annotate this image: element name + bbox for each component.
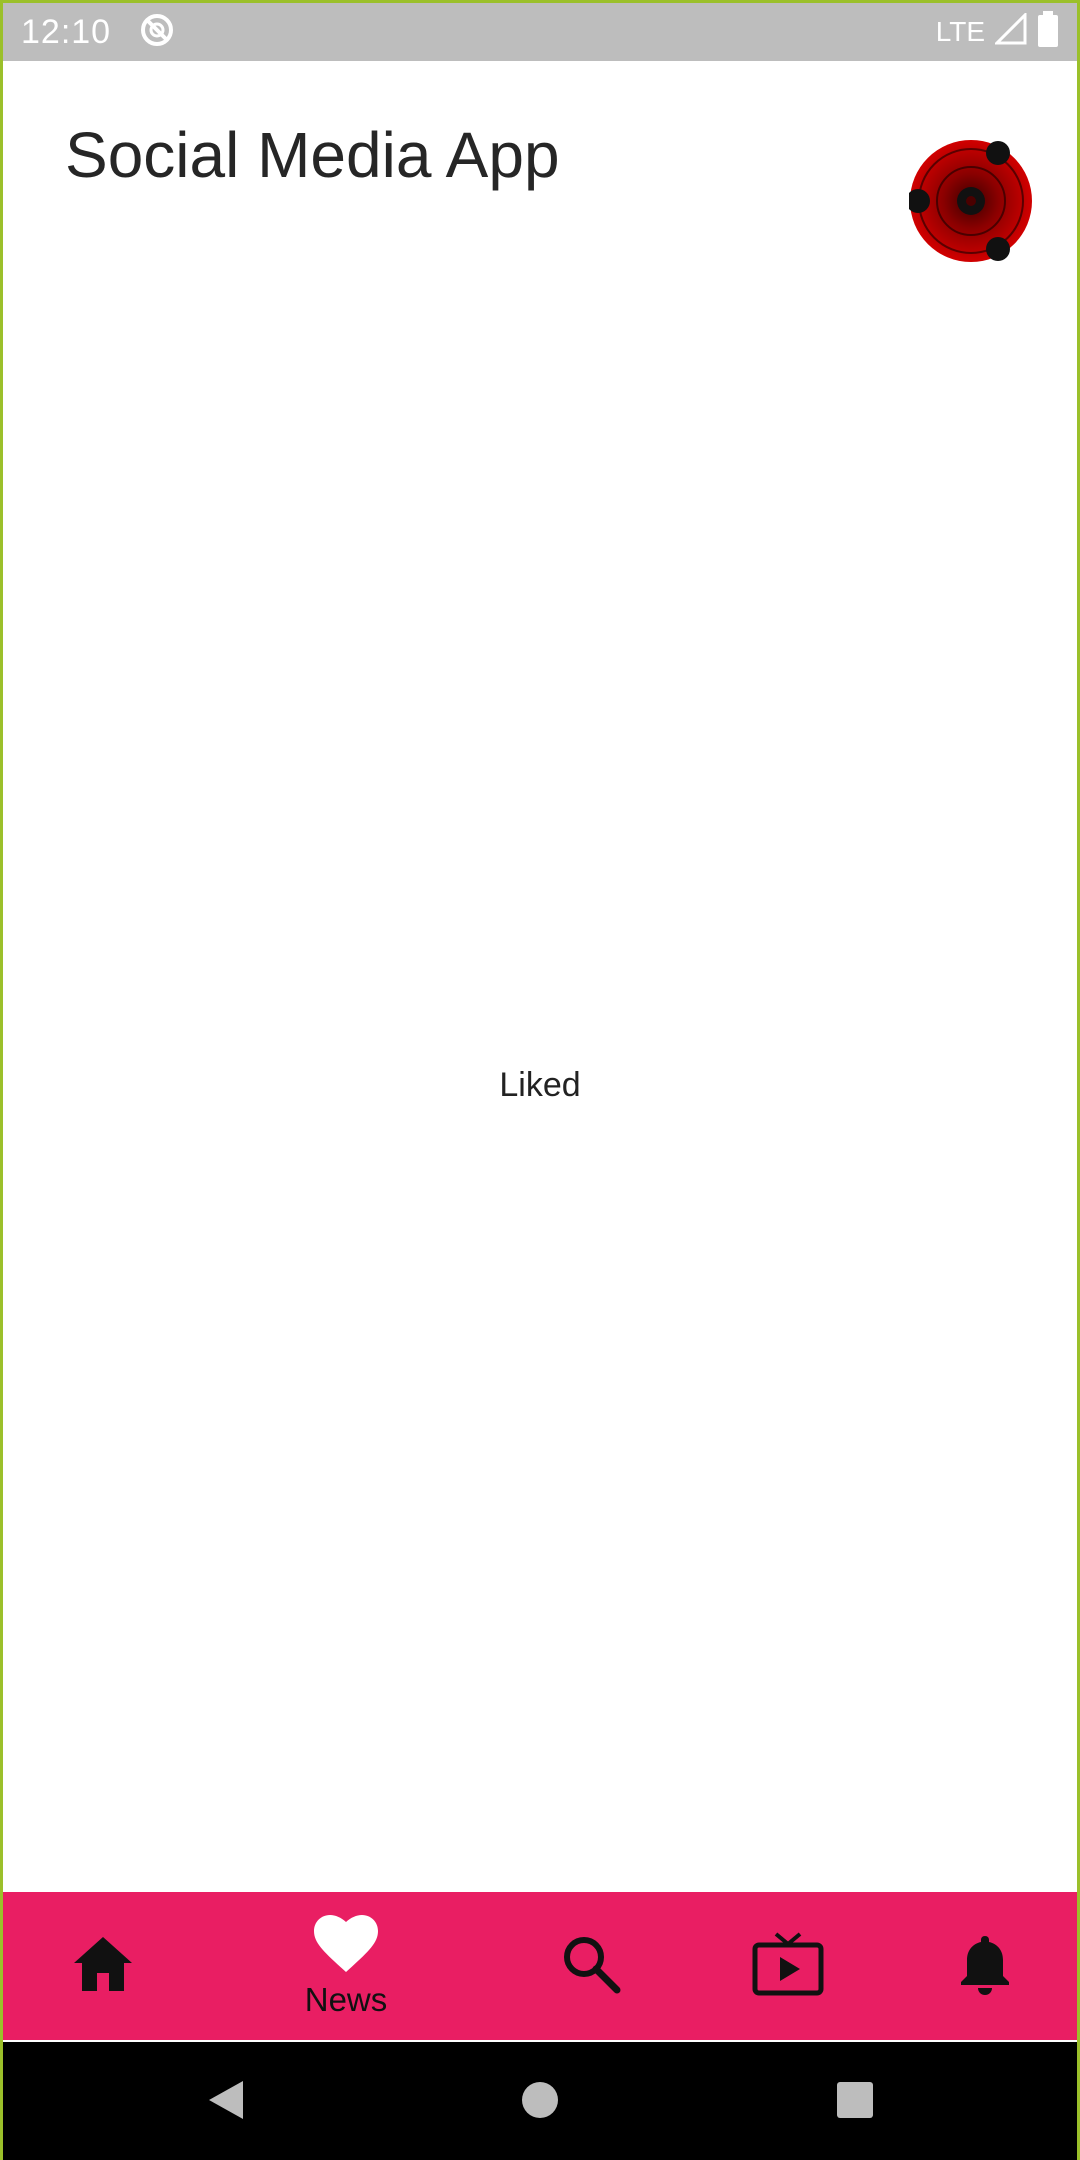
system-recents-button[interactable] (810, 2042, 900, 2160)
home-circle-icon (521, 2081, 559, 2124)
system-navigation-bar (3, 2042, 1077, 2160)
search-icon (561, 1934, 621, 1999)
network-type: LTE (935, 16, 985, 47)
tv-icon (752, 1931, 824, 2001)
signal-icon (993, 10, 1027, 52)
home-icon (72, 1935, 134, 1998)
app-screen: 12:10 LTE Social Media App Liked News (0, 0, 1080, 2160)
system-home-button[interactable] (495, 2042, 585, 2160)
sharingan-avatar-icon[interactable] (906, 139, 1033, 263)
nav-item-tv[interactable] (728, 1892, 848, 2040)
battery-icon (1037, 10, 1059, 54)
status-time: 12:10 (21, 12, 112, 51)
bell-icon (957, 1932, 1013, 2001)
status-bar: 12:10 LTE (3, 3, 1077, 61)
status-indicators: LTE (935, 10, 1059, 54)
back-icon (205, 2079, 245, 2126)
nav-item-notifications[interactable] (925, 1892, 1045, 2040)
nav-item-home[interactable] (43, 1892, 163, 2040)
page-title: Social Media App (65, 119, 560, 191)
recents-icon (836, 2081, 874, 2124)
liked-content-text: Liked (499, 1066, 581, 1104)
nav-item-news[interactable]: News (271, 1892, 421, 2040)
nav-item-search[interactable] (531, 1892, 651, 2040)
nav-label-news: News (304, 1980, 388, 2018)
bottom-navigation: News (3, 1892, 1077, 2040)
do-not-disturb-icon (139, 12, 175, 53)
heart-icon (313, 1914, 379, 1979)
system-back-button[interactable] (180, 2042, 270, 2160)
